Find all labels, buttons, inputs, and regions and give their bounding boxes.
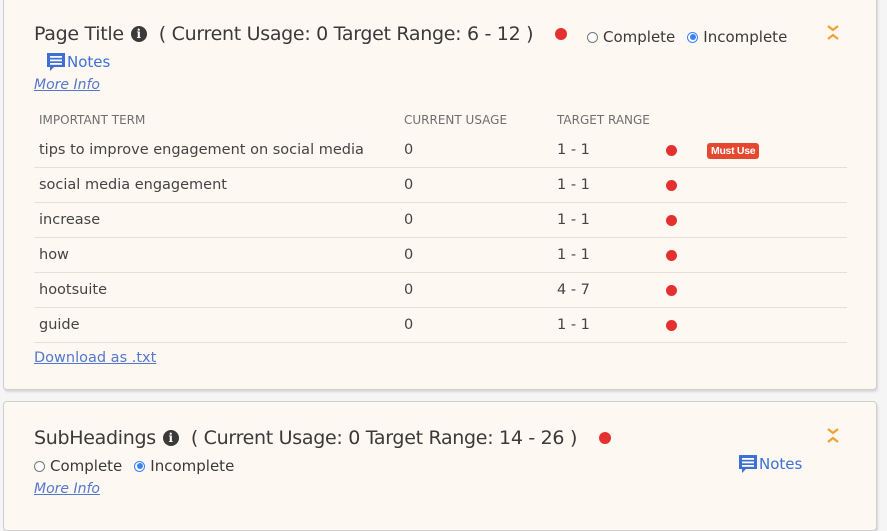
- usage-summary: ( Current Usage: 0 Target Range: 14 - 26…: [190, 427, 578, 449]
- complete-radio[interactable]: Complete: [34, 457, 122, 475]
- term-cell: tips to improve engagement on social med…: [34, 133, 399, 168]
- status-dot: [666, 179, 677, 191]
- usage-summary: ( Current Usage: 0 Target Range: 6 - 12 …: [158, 23, 534, 45]
- status-cell: [661, 237, 702, 273]
- section-title: Page Title: [34, 23, 124, 45]
- term-cell: hootsuite: [34, 272, 399, 308]
- notes-button[interactable]: Notes: [46, 52, 110, 72]
- table-row: guide 0 1 - 1: [34, 307, 847, 343]
- usage-cell: 0: [399, 307, 552, 343]
- table-row: increase 0 1 - 1: [34, 202, 847, 238]
- status-dot: [666, 249, 677, 261]
- radio-circle-checked[interactable]: [687, 31, 699, 43]
- radio-circle-checked[interactable]: [134, 460, 146, 472]
- usage-cell: 0: [399, 133, 552, 168]
- more-info-link[interactable]: More Info: [34, 481, 100, 497]
- notes-button[interactable]: Notes: [738, 454, 802, 474]
- range-cell: 1 - 1: [552, 133, 661, 168]
- usage-cell: 0: [399, 237, 552, 273]
- header-important-term: IMPORTANT TERM: [39, 113, 146, 127]
- range-cell: 1 - 1: [552, 167, 661, 203]
- range-cell: 1 - 1: [552, 202, 661, 238]
- completion-radio-group: Complete Incomplete: [34, 457, 246, 475]
- subheadings-section: SubHeadings i ( Current Usage: 0 Target …: [3, 401, 877, 531]
- notes-label: Notes: [759, 455, 803, 473]
- table-header-row: IMPORTANT TERM CURRENT USAGE TARGET RANG…: [34, 107, 847, 133]
- badge-cell: [702, 167, 847, 203]
- usage-cell: 0: [399, 167, 552, 203]
- range-cell: 1 - 1: [552, 307, 661, 343]
- status-dot: [555, 28, 568, 40]
- collapse-chevrons-icon[interactable]: [826, 24, 840, 42]
- incomplete-label: Incomplete: [703, 28, 788, 46]
- table-row: how 0 1 - 1: [34, 237, 847, 273]
- important-terms-table: IMPORTANT TERM CURRENT USAGE TARGET RANG…: [34, 107, 847, 343]
- collapse-chevrons-icon[interactable]: [826, 427, 840, 445]
- notes-icon: [739, 455, 757, 473]
- download-txt-link[interactable]: Download as .txt: [34, 350, 156, 366]
- section-title: SubHeadings: [34, 427, 156, 449]
- range-cell: 4 - 7: [552, 272, 661, 308]
- page-title-section: Page Title i ( Current Usage: 0 Target R…: [3, 0, 877, 390]
- status-cell: [661, 133, 702, 168]
- info-icon[interactable]: i: [162, 430, 179, 446]
- status-cell: [661, 307, 702, 343]
- status-dot: [666, 319, 677, 331]
- incomplete-radio[interactable]: Incomplete: [687, 28, 787, 46]
- status-dot: [666, 284, 677, 296]
- radio-circle[interactable]: [34, 460, 45, 472]
- term-cell: how: [34, 237, 399, 273]
- usage-cell: 0: [399, 202, 552, 238]
- status-cell: [661, 167, 702, 203]
- badge-cell: [702, 202, 847, 238]
- header-status: [661, 107, 702, 133]
- notes-icon: [47, 53, 65, 71]
- section-header: SubHeadings i ( Current Usage: 0 Target …: [34, 427, 612, 449]
- complete-radio[interactable]: Complete: [587, 28, 675, 46]
- status-cell: [661, 202, 702, 238]
- complete-label: Complete: [603, 28, 676, 46]
- status-dot: [666, 214, 677, 226]
- term-cell: guide: [34, 307, 399, 343]
- term-cell: increase: [34, 202, 399, 238]
- header-current-usage: CURRENT USAGE: [404, 113, 508, 127]
- usage-cell: 0: [399, 272, 552, 308]
- info-icon[interactable]: i: [130, 26, 147, 42]
- completion-radio-group: Complete Incomplete: [587, 28, 799, 46]
- status-dot: [599, 432, 612, 444]
- header-badge: [702, 107, 847, 133]
- badge-cell: [702, 237, 847, 273]
- section-header: Page Title i ( Current Usage: 0 Target R…: [34, 23, 568, 45]
- table-row: tips to improve engagement on social med…: [34, 133, 847, 168]
- status-cell: [661, 272, 702, 308]
- badge-cell: [702, 272, 847, 308]
- incomplete-label: Incomplete: [150, 457, 235, 475]
- must-use-badge: Must Use: [707, 142, 760, 159]
- radio-circle[interactable]: [587, 31, 598, 43]
- complete-label: Complete: [50, 457, 123, 475]
- range-cell: 1 - 1: [552, 237, 661, 273]
- more-info-link[interactable]: More Info: [34, 77, 100, 93]
- notes-label: Notes: [67, 53, 111, 71]
- header-target-range: TARGET RANGE: [557, 113, 650, 127]
- table-row: hootsuite 0 4 - 7: [34, 272, 847, 308]
- badge-cell: [702, 307, 847, 343]
- term-cell: social media engagement: [34, 167, 399, 203]
- status-dot: [666, 144, 677, 156]
- incomplete-radio[interactable]: Incomplete: [134, 457, 234, 475]
- table-row: social media engagement 0 1 - 1: [34, 167, 847, 203]
- badge-cell: Must Use: [702, 133, 847, 168]
